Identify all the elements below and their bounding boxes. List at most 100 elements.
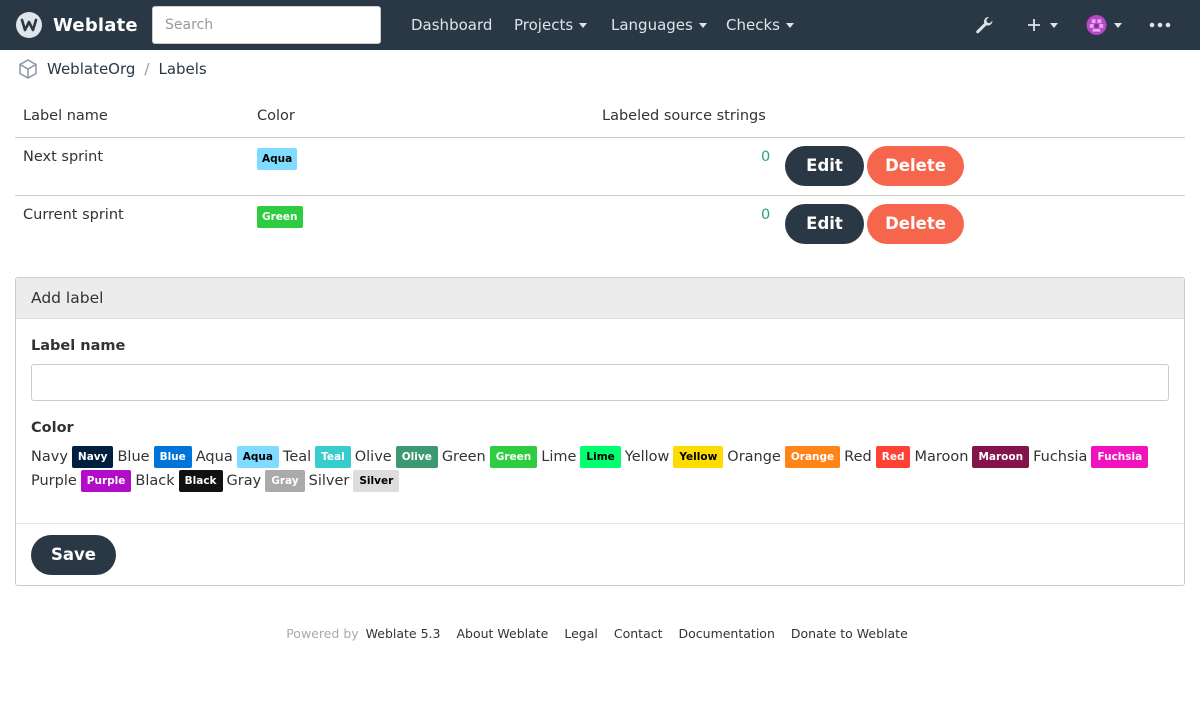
color-option-maroon[interactable]: Maroon Maroon [914,445,1033,469]
label-name-cell: Next sprint [23,149,104,165]
delete-button[interactable]: Delete [867,146,964,186]
chevron-down-icon [785,23,794,28]
color-option-blue[interactable]: Blue Blue [117,445,195,469]
table-divider [15,195,1185,196]
footer-legal-link[interactable]: Legal [564,626,598,641]
color-swatch: Yellow [673,446,724,468]
color-option-navy[interactable]: Navy Navy [31,445,117,469]
label-name-cell: Current sprint [23,207,124,223]
color-option-green[interactable]: Green Green [442,445,541,469]
color-option-label: Purple [31,473,77,489]
color-field-label: Color [31,420,74,436]
color-swatch: Gray [265,470,305,492]
color-swatch: Fuchsia [1091,446,1149,468]
page-footer: Powered by Weblate 5.3 About Weblate Leg… [0,626,1200,641]
more-icon[interactable] [1148,12,1172,38]
user-menu-button[interactable] [1086,12,1122,38]
color-swatch: Navy [71,446,114,468]
color-option-label: Fuchsia [1033,449,1088,465]
edit-button[interactable]: Edit [785,204,864,244]
color-option-black[interactable]: Black Black [135,469,226,493]
chevron-down-icon [1114,22,1122,28]
footer-donate-link[interactable]: Donate to Weblate [791,626,908,641]
project-cube-icon [19,59,37,79]
save-button[interactable]: Save [31,535,116,575]
chevron-down-icon [1049,22,1058,28]
color-option-fuchsia[interactable]: Fuchsia Fuchsia [1033,445,1152,469]
footer-about-link[interactable]: About Weblate [456,626,548,641]
color-option-yellow[interactable]: Yellow Yellow [625,445,728,469]
plus-icon [1027,19,1040,31]
color-option-label: Navy [31,449,68,465]
color-option-label: Lime [541,449,577,465]
color-swatch: Black [178,470,223,492]
color-option-label: Red [844,449,872,465]
color-option-aqua[interactable]: Aqua Aqua [196,445,283,469]
color-option-label: Black [135,473,175,489]
nav-dashboard-label: Dashboard [411,16,493,34]
color-option-lime[interactable]: Lime Lime [541,445,625,469]
brand-link[interactable]: Weblate [15,11,138,39]
chevron-down-icon [698,23,707,28]
breadcrumb: WeblateOrg / Labels [17,58,207,80]
nav-projects-label: Projects [514,16,574,34]
color-option-red[interactable]: Red Red [844,445,914,469]
table-divider [15,137,1185,138]
chevron-down-icon [579,23,588,28]
header-color: Color [257,108,295,124]
nav-projects[interactable]: Projects [514,0,588,50]
nav-dashboard[interactable]: Dashboard [411,0,492,50]
label-name-input[interactable] [31,364,1169,401]
color-swatch: Teal [315,446,351,468]
footer-version-link[interactable]: Weblate 5.3 [366,626,441,641]
color-option-orange[interactable]: Orange Orange [727,445,844,469]
nav-languages[interactable]: Languages [611,0,707,50]
nav-checks-label: Checks [726,16,780,34]
top-navbar: Weblate Dashboard Projects Languages Che… [0,0,1200,50]
footer-documentation-link[interactable]: Documentation [679,626,775,641]
footer-contact-link[interactable]: Contact [614,626,663,641]
edit-button[interactable]: Edit [785,146,864,186]
color-option-label: Teal [282,449,312,465]
color-badge: Aqua [257,148,298,170]
panel-heading: Add label [16,278,1184,319]
color-swatch: Olive [395,446,438,468]
wrench-icon[interactable] [972,12,996,38]
avatar [1086,14,1107,36]
color-swatch: Silver [353,470,400,492]
nav-checks[interactable]: Checks [726,0,794,50]
color-swatch: Green [489,446,538,468]
labeled-count-link[interactable]: 0 [761,207,770,223]
color-swatch: Purple [80,470,132,492]
color-radio-group: Navy Navy Blue Blue Aqua Aqua Teal Teal Olive Oli… [31,445,1171,493]
search-input[interactable] [152,6,381,44]
color-swatch: Aqua [236,446,279,468]
color-swatch: Blue [153,446,192,468]
color-option-label: Yellow [624,449,670,465]
color-option-label: Orange [727,449,781,465]
add-menu-button[interactable] [1024,12,1060,38]
color-option-silver[interactable]: Silver Silver [309,469,404,493]
color-option-label: Maroon [914,449,969,465]
color-option-olive[interactable]: Olive Olive [355,445,442,469]
breadcrumb-separator: / [144,60,150,78]
color-option-label: Olive [354,449,392,465]
breadcrumb-labels[interactable]: Labels [158,60,206,78]
color-badge: Green [257,206,303,228]
labeled-count-link[interactable]: 0 [761,149,770,165]
color-option-label: Aqua [195,449,233,465]
label-name-field-label: Label name [31,338,126,354]
color-option-label: Green [441,449,486,465]
header-label-name: Label name [23,108,108,124]
breadcrumb-project[interactable]: WeblateOrg [47,60,135,78]
color-option-purple[interactable]: Purple Purple [31,469,135,493]
delete-button[interactable]: Delete [867,204,964,244]
weblate-logo-icon [16,12,42,38]
color-swatch: Orange [784,446,841,468]
color-option-gray[interactable]: Gray Gray [227,469,309,493]
color-option-label: Blue [117,449,150,465]
color-option-teal[interactable]: Teal Teal [283,445,355,469]
panel-footer-divider [16,523,1184,524]
color-swatch: Maroon [972,446,1030,468]
color-option-label: Gray [226,473,262,489]
